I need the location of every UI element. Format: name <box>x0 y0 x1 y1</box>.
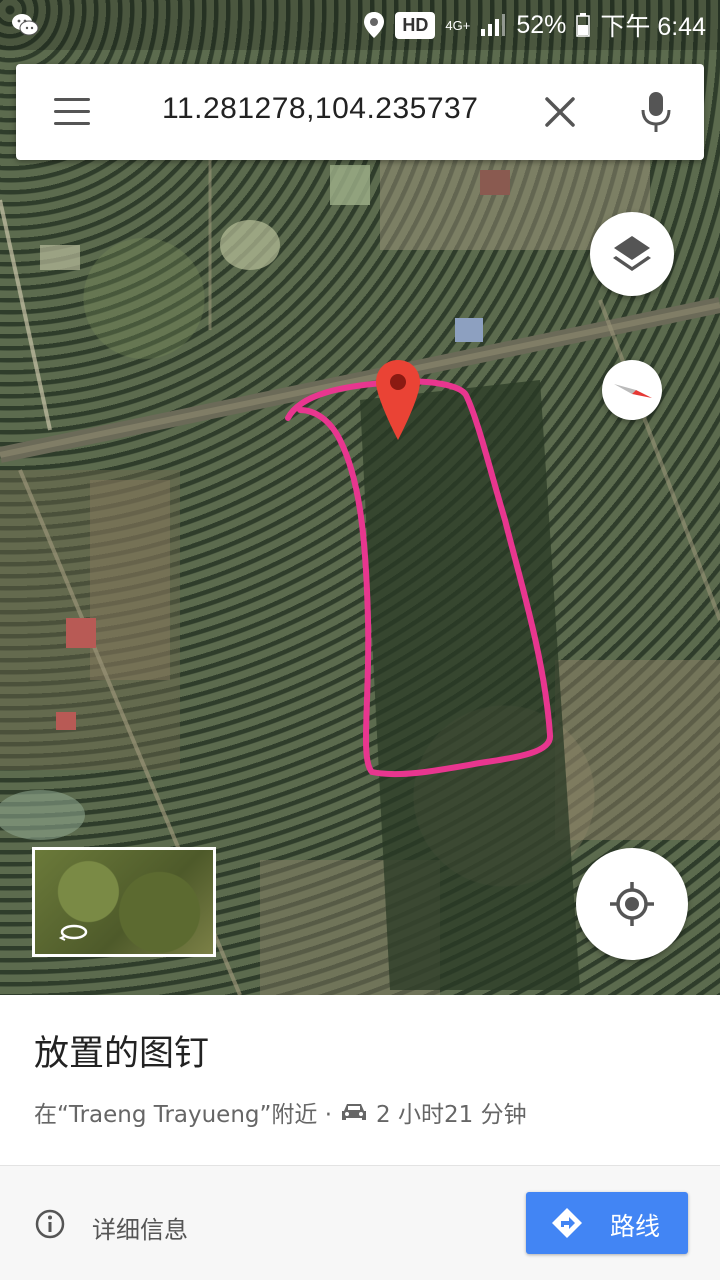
hd-badge: HD <box>395 11 436 39</box>
location-icon <box>364 12 385 38</box>
imagery-thumbnail[interactable] <box>32 847 216 957</box>
signal-icon <box>481 14 506 36</box>
map-pin-icon[interactable] <box>374 358 422 442</box>
directions-icon <box>552 1208 582 1238</box>
directions-button[interactable]: 路线 <box>526 1192 688 1254</box>
car-icon <box>342 1104 367 1120</box>
info-icon[interactable] <box>34 1208 66 1240</box>
action-footer: 详细信息 路线 <box>0 1166 720 1280</box>
place-subtitle: 在“Traeng Trayueng”附近 · 2 小时21 分钟 <box>34 1095 527 1129</box>
search-query[interactable]: 11.281278,104.235737 <box>162 92 478 126</box>
place-sheet[interactable]: 放置的图钉 在“Traeng Trayueng”附近 · 2 小时21 分钟 详… <box>0 995 720 1280</box>
nearby-text: 在“Traeng Trayueng”附近 · <box>34 1102 333 1128</box>
battery-icon <box>576 13 591 37</box>
close-icon[interactable] <box>542 94 578 130</box>
search-bar[interactable]: 11.281278,104.235737 <box>16 64 704 160</box>
drive-time: 2 小时21 分钟 <box>376 1102 527 1128</box>
status-bar: HD 4G+ 52% 下午 6:44 <box>0 0 720 50</box>
my-location-icon <box>610 882 654 926</box>
details-button[interactable]: 详细信息 <box>92 1210 188 1245</box>
battery-percent: 52% <box>516 10 567 39</box>
menu-icon[interactable] <box>54 98 90 126</box>
rotate-icon <box>59 924 88 941</box>
wechat-icon <box>12 14 39 36</box>
layers-button[interactable] <box>590 212 674 296</box>
clock: 下午 6:44 <box>600 13 706 41</box>
network-type: 4G+ <box>445 17 471 33</box>
mic-icon[interactable] <box>636 90 676 134</box>
layers-icon <box>613 236 651 271</box>
compass-icon <box>614 384 652 398</box>
my-location-button[interactable] <box>576 848 688 960</box>
compass-button[interactable] <box>602 360 662 420</box>
directions-label: 路线 <box>610 1212 661 1241</box>
place-title: 放置的图钉 <box>34 1034 210 1074</box>
